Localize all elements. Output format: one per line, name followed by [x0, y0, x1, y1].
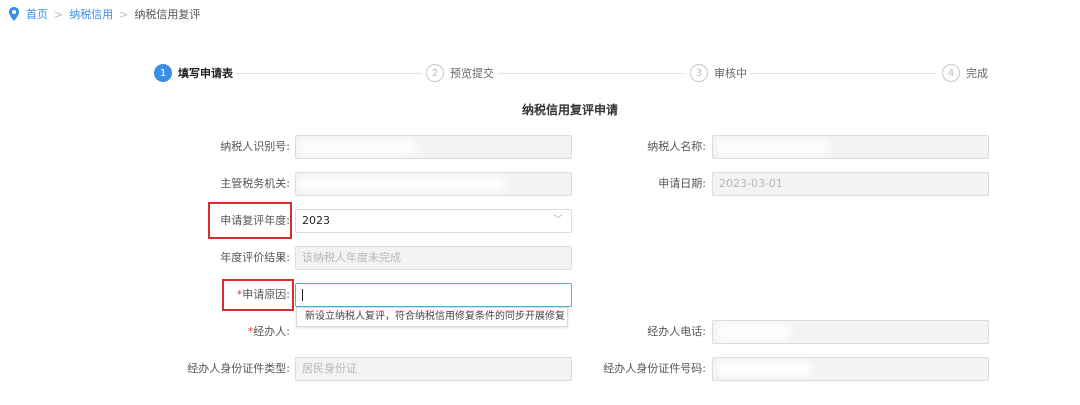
step-number: 1: [154, 64, 172, 82]
step-label: 完成: [966, 67, 988, 80]
reason-suggestion-option[interactable]: 新设立纳税人复评，符合纳税信用修复条件的同步开展修复: [296, 307, 568, 327]
step-connector: [498, 73, 684, 74]
redacted-value: [719, 327, 789, 337]
agent-id-number-field: [712, 357, 989, 381]
agent-phone-field[interactable]: [712, 320, 989, 344]
reason-label-text: 申请原因:: [242, 288, 290, 301]
step-number: 2: [426, 64, 444, 82]
step-number: 4: [942, 64, 960, 82]
review-year-value: 2023: [302, 214, 330, 227]
agent-phone-label: 经办人电话:: [647, 325, 706, 338]
agent-id-type-field: 居民身份证: [295, 357, 572, 381]
step-fill-form: 1 填写申请表: [154, 64, 233, 82]
breadcrumb-separator: >: [54, 7, 64, 21]
step-connector: [750, 73, 936, 74]
annual-result-field: 该纳税人年度未完成: [295, 246, 572, 270]
progress-steps: 1 填写申请表 2 预览提交 3 审核中 4 完成: [152, 62, 992, 86]
taxpayer-name-label: 纳税人名称:: [647, 140, 706, 153]
redacted-value: [302, 142, 414, 152]
chevron-down-icon: ﹀: [553, 215, 563, 226]
step-complete: 4 完成: [942, 64, 988, 82]
breadcrumb-section-link[interactable]: 纳税信用: [69, 6, 113, 22]
reason-label: *申请原因:: [190, 283, 290, 307]
form-title: 纳税信用复评申请: [521, 103, 618, 117]
reason-input[interactable]: [295, 283, 572, 307]
breadcrumb-home-link[interactable]: 首页: [26, 6, 48, 22]
step-connector: [236, 73, 422, 74]
taxpayer-id-label: 纳税人识别号:: [220, 140, 290, 153]
apply-date-label: 申请日期:: [658, 177, 706, 190]
step-preview-submit: 2 预览提交: [426, 64, 494, 82]
text-cursor: [302, 289, 303, 301]
step-label: 填写申请表: [178, 67, 233, 80]
breadcrumb-separator: >: [119, 7, 129, 21]
agent-id-number-label: 经办人身份证件号码:: [603, 362, 706, 375]
step-label: 预览提交: [450, 67, 494, 80]
taxpayer-name-field: [712, 135, 989, 159]
tax-authority-label: 主管税务机关:: [220, 177, 290, 190]
review-year-select[interactable]: 2023 ﹀: [295, 209, 572, 233]
agent-id-type-label: 经办人身份证件类型:: [187, 362, 290, 375]
annual-result-label: 年度评价结果:: [220, 251, 290, 264]
step-label: 审核中: [714, 67, 747, 80]
review-year-label: 申请复评年度:: [220, 214, 290, 227]
step-under-review: 3 审核中: [690, 64, 747, 82]
location-pin-icon: [9, 7, 19, 21]
apply-date-field: 2023-03-01: [712, 172, 989, 196]
redacted-value: [719, 142, 825, 152]
agent-label-text: 经办人:: [253, 325, 290, 338]
breadcrumb-current: 纳税信用复评: [134, 8, 201, 21]
redacted-value: [719, 364, 809, 374]
tax-authority-field: [295, 172, 572, 196]
agent-label: *经办人:: [190, 320, 290, 344]
breadcrumb: 首页 > 纳税信用 > 纳税信用复评: [8, 6, 200, 22]
step-number: 3: [690, 64, 708, 82]
taxpayer-id-field: [295, 135, 572, 159]
redacted-value: [302, 179, 502, 189]
